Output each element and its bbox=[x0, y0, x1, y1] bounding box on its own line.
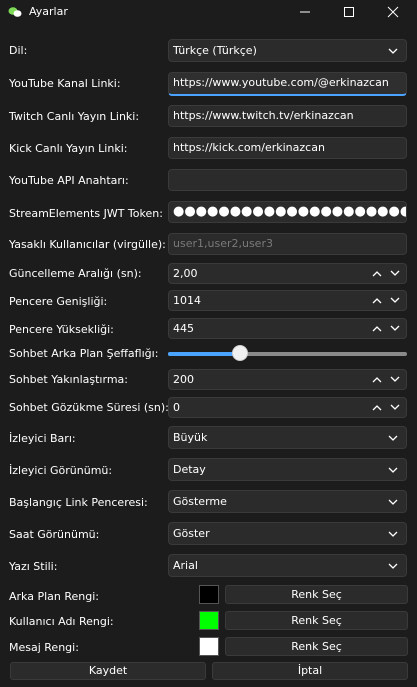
chat-opacity-handle[interactable] bbox=[232, 345, 248, 361]
viewer-view-label: İzleyici Görünümü: bbox=[9, 464, 113, 477]
startup-link-window-label: Başlangıç Link Penceresi: bbox=[9, 496, 148, 509]
maximize-button[interactable] bbox=[327, 0, 371, 24]
message-color-swatch bbox=[199, 637, 219, 656]
streamelements-token-label: StreamElements JWT Token: bbox=[9, 207, 163, 220]
viewer-view-value: Detay bbox=[173, 463, 206, 476]
streamelements-token-input[interactable]: ●●●●●●●●●●●●●●●●●●●●●●●●●●●●●●●●●●●●●●●●… bbox=[168, 201, 407, 223]
kick-link-label: Kick Canlı Yayın Linki: bbox=[9, 142, 128, 155]
update-interval-spinbox[interactable]: 2,00 bbox=[168, 263, 407, 284]
viewer-bar-dropdown[interactable]: Büyük bbox=[168, 426, 407, 449]
window-width-label: Pencere Genişliği: bbox=[9, 295, 108, 308]
maximize-icon bbox=[344, 7, 354, 17]
app-chat-icon bbox=[8, 7, 22, 17]
spin-up-icon[interactable] bbox=[372, 325, 382, 332]
close-icon bbox=[387, 6, 399, 18]
clock-view-label: Saat Görünümü: bbox=[9, 528, 100, 541]
cancel-button[interactable]: İptal bbox=[212, 662, 408, 680]
window-height-label: Pencere Yüksekliği: bbox=[9, 323, 114, 336]
font-style-value: Arial bbox=[173, 559, 198, 572]
banned-users-placeholder: user1,user2,user3 bbox=[173, 237, 273, 250]
bg-color-label: Arka Plan Rengi: bbox=[9, 590, 99, 603]
chat-opacity-slider[interactable] bbox=[168, 352, 407, 356]
chevron-down-icon bbox=[388, 435, 398, 441]
bg-color-swatch bbox=[199, 585, 219, 604]
chevron-down-icon bbox=[388, 48, 398, 54]
youtube-api-input[interactable] bbox=[168, 169, 407, 191]
window-height-spinbox[interactable]: 445 bbox=[168, 318, 407, 339]
message-color-button[interactable]: Renk Seç bbox=[225, 637, 408, 656]
chevron-down-icon bbox=[388, 499, 398, 505]
close-button[interactable] bbox=[371, 0, 415, 24]
chat-zoom-value: 200 bbox=[173, 373, 194, 386]
spin-up-icon[interactable] bbox=[372, 297, 382, 304]
language-value: Türkçe (Türkçe) bbox=[173, 44, 257, 57]
spin-down-icon[interactable] bbox=[390, 404, 400, 411]
twitch-link-value: https://www.twitch.tv/erkinazcan bbox=[173, 109, 354, 122]
clock-view-value: Göster bbox=[173, 527, 210, 540]
youtube-channel-input[interactable]: https://www.youtube.com/@erkinazcan bbox=[168, 72, 407, 96]
message-color-label: Mesaj Rengi: bbox=[9, 641, 79, 654]
update-interval-value: 2,00 bbox=[173, 267, 198, 280]
startup-link-window-value: Gösterme bbox=[173, 495, 227, 508]
window-height-value: 445 bbox=[173, 322, 194, 335]
kick-link-input[interactable]: https://kick.com/erkinazcan bbox=[168, 137, 407, 159]
window-width-spinbox[interactable]: 1014 bbox=[168, 290, 407, 311]
window-title: Ayarlar bbox=[29, 5, 68, 18]
spin-down-icon[interactable] bbox=[390, 270, 400, 277]
language-dropdown[interactable]: Türkçe (Türkçe) bbox=[168, 39, 407, 62]
streamelements-token-value: ●●●●●●●●●●●●●●●●●●●●●●●●●●●●●●●●●●●●●●●●… bbox=[173, 204, 407, 219]
chat-display-time-value: 0 bbox=[173, 401, 180, 414]
chat-opacity-label: Sohbet Arka Plan Şeffaflığı: bbox=[9, 347, 159, 360]
font-style-dropdown[interactable]: Arial bbox=[168, 554, 407, 577]
window-width-value: 1014 bbox=[173, 294, 201, 307]
chat-display-time-label: Sohbet Gözükme Süresi (sn): bbox=[9, 401, 169, 414]
font-style-label: Yazı Stili: bbox=[9, 560, 58, 573]
chat-zoom-label: Sohbet Yakınlaştırma: bbox=[9, 373, 128, 386]
spin-down-icon[interactable] bbox=[390, 297, 400, 304]
username-color-button[interactable]: Renk Seç bbox=[225, 611, 408, 630]
viewer-view-dropdown[interactable]: Detay bbox=[168, 458, 407, 481]
banned-users-label: Yasaklı Kullanıcılar (virgülle): bbox=[9, 238, 166, 251]
bg-color-button[interactable]: Renk Seç bbox=[225, 585, 408, 604]
spin-up-icon[interactable] bbox=[372, 404, 382, 411]
username-color-swatch bbox=[199, 611, 219, 630]
spin-up-icon[interactable] bbox=[372, 270, 382, 277]
banned-users-input[interactable]: user1,user2,user3 bbox=[168, 233, 407, 255]
chevron-down-icon bbox=[388, 467, 398, 473]
update-interval-label: Güncelleme Aralığı (sn): bbox=[9, 267, 142, 280]
language-label: Dil: bbox=[9, 44, 28, 57]
youtube-api-label: YouTube API Anahtarı: bbox=[9, 174, 129, 187]
twitch-link-label: Twitch Canlı Yayın Linki: bbox=[9, 110, 140, 123]
username-color-label: Kullanıcı Adı Rengi: bbox=[9, 615, 114, 628]
minimize-button[interactable] bbox=[283, 0, 327, 24]
spin-down-icon[interactable] bbox=[390, 376, 400, 383]
viewer-bar-value: Büyük bbox=[173, 431, 208, 444]
minimize-icon bbox=[300, 11, 310, 13]
startup-link-window-dropdown[interactable]: Gösterme bbox=[168, 490, 407, 513]
kick-link-value: https://kick.com/erkinazcan bbox=[173, 141, 325, 154]
youtube-channel-value: https://www.youtube.com/@erkinazcan bbox=[173, 76, 389, 89]
chevron-down-icon bbox=[388, 563, 398, 569]
save-button[interactable]: Kaydet bbox=[10, 662, 206, 680]
chevron-down-icon bbox=[388, 531, 398, 537]
spin-up-icon[interactable] bbox=[372, 376, 382, 383]
twitch-link-input[interactable]: https://www.twitch.tv/erkinazcan bbox=[168, 105, 407, 127]
viewer-bar-label: İzleyici Barı: bbox=[9, 432, 76, 445]
spin-down-icon[interactable] bbox=[390, 325, 400, 332]
chat-opacity-fill bbox=[168, 352, 240, 356]
youtube-channel-label: YouTube Kanal Linki: bbox=[9, 77, 121, 90]
chat-display-time-spinbox[interactable]: 0 bbox=[168, 397, 407, 418]
title-bar[interactable]: Ayarlar bbox=[0, 0, 417, 24]
chat-zoom-spinbox[interactable]: 200 bbox=[168, 369, 407, 390]
clock-view-dropdown[interactable]: Göster bbox=[168, 522, 407, 545]
